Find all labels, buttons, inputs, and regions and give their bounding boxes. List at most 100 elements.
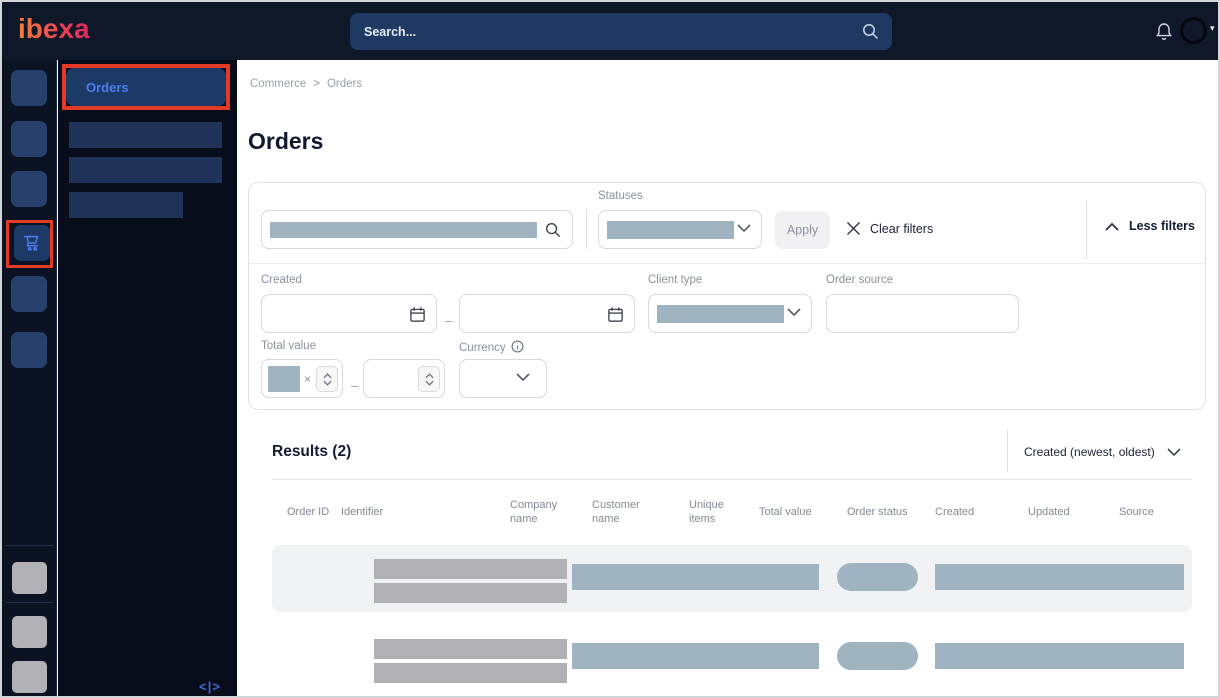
value-placeholder (935, 564, 1184, 590)
sort-dropdown[interactable]: Created (newest, oldest) (1024, 445, 1181, 459)
results-divider (272, 479, 1192, 480)
breadcrumb: Commerce > Orders (250, 78, 362, 90)
sort-label: Created (newest, oldest) (1024, 445, 1155, 459)
created-to-input[interactable] (459, 294, 635, 333)
highlight-box-commerce (6, 220, 53, 268)
app-root: ibexa ▾ (0, 0, 1220, 698)
clear-value-icon[interactable]: × (304, 372, 311, 386)
value-placeholder (268, 366, 300, 392)
identifier-placeholder (374, 639, 567, 659)
total-value-max-input[interactable] (363, 359, 445, 398)
col-header-source: Source (1119, 506, 1154, 518)
calendar-icon[interactable] (409, 306, 426, 323)
breadcrumb-commerce[interactable]: Commerce (250, 78, 306, 90)
col-header-company-name: Company name (510, 499, 558, 525)
sidebar-item-placeholder-1[interactable] (69, 122, 222, 148)
user-avatar[interactable] (1180, 17, 1207, 44)
search-icon (544, 221, 562, 239)
table-row[interactable] (272, 545, 1192, 612)
col-header-updated: Updated (1028, 506, 1070, 518)
chevron-down-icon (516, 373, 530, 382)
col-header-order-status: Order status (847, 506, 908, 518)
search-icon[interactable] (861, 22, 880, 41)
nav-icon-placeholder-5[interactable] (11, 276, 47, 312)
nav-icon-placeholder-6[interactable] (11, 332, 47, 368)
sort-divider (1007, 430, 1008, 472)
global-search-input[interactable] (350, 13, 892, 50)
sidebar-item-orders[interactable]: Orders (66, 68, 226, 106)
currency-label: Currency (459, 340, 524, 354)
user-menu-caret-icon[interactable]: ▾ (1210, 23, 1215, 34)
total-value-label: Total value (261, 340, 316, 352)
global-search (350, 13, 892, 50)
breadcrumb-separator: > (313, 78, 320, 90)
value-placeholder (572, 643, 819, 669)
page-title: Orders (248, 128, 324, 154)
table-row[interactable] (272, 624, 1192, 691)
breadcrumb-orders: Orders (326, 78, 363, 90)
info-icon[interactable] (511, 340, 524, 353)
total-value-min-input[interactable]: × (261, 359, 343, 398)
sidebar-item-orders-label: Orders (86, 79, 129, 95)
highlight-box-orders-item: Orders (62, 64, 230, 110)
col-header-unique-items: Unique items (689, 499, 724, 525)
value-placeholder (657, 305, 784, 323)
sidebar-item-placeholder-3[interactable] (69, 192, 183, 218)
col-header-created: Created (935, 506, 975, 518)
number-stepper[interactable] (316, 366, 338, 392)
ibexa-logo[interactable]: ibexa (18, 13, 90, 45)
sidebar-collapse-icon[interactable]: <|> (199, 679, 221, 694)
chevron-up-icon (1105, 222, 1119, 231)
value-placeholder (572, 564, 819, 590)
filters-panel: Statuses Apply Clear filters Less filter… (248, 182, 1207, 410)
chevron-down-icon (1167, 447, 1181, 457)
rail-bottom-icon-3[interactable] (12, 661, 47, 693)
main-content: Commerce > Orders Orders Statuses Apply … (237, 60, 1218, 696)
filter-divider (1086, 201, 1087, 259)
results-title: Results (2) (272, 443, 352, 460)
range-dash: – (351, 378, 359, 393)
sidebar-item-placeholder-2[interactable] (69, 157, 222, 183)
notifications-bell-icon[interactable] (1154, 21, 1174, 42)
clear-filters-button[interactable]: Clear filters (846, 221, 933, 236)
filter-divider (586, 210, 587, 249)
filter-row-divider (249, 263, 1207, 264)
col-header-customer-name: Customer name (592, 499, 640, 525)
main-nav-rail (2, 60, 57, 696)
currency-select[interactable] (459, 359, 547, 398)
order-source-label: Order source (826, 274, 894, 286)
rail-bottom-icon-1[interactable] (12, 562, 47, 594)
currency-label-text: Currency (459, 342, 506, 354)
clear-filters-label: Clear filters (870, 221, 934, 236)
apply-button[interactable]: Apply (775, 211, 830, 249)
filter-search-input[interactable] (261, 210, 573, 249)
created-label: Created (261, 274, 302, 286)
number-stepper[interactable] (418, 366, 440, 392)
client-type-select[interactable] (648, 294, 812, 333)
chevron-down-icon (787, 308, 801, 317)
col-header-order-id: Order ID (287, 506, 330, 518)
nav-icon-placeholder-1[interactable] (11, 70, 47, 106)
cart-icon (21, 232, 43, 254)
identifier-placeholder (374, 583, 567, 603)
rail-divider (6, 545, 53, 546)
value-placeholder (270, 222, 537, 238)
less-filters-button[interactable]: Less filters (1105, 219, 1195, 233)
rail-bottom-icon-2[interactable] (12, 616, 47, 648)
clear-x-icon (846, 221, 861, 236)
client-type-label: Client type (648, 274, 703, 286)
statuses-label: Statuses (598, 190, 643, 202)
nav-icon-placeholder-2[interactable] (11, 121, 47, 157)
identifier-placeholder (374, 559, 567, 579)
commerce-nav-item[interactable] (14, 225, 50, 261)
rail-divider (6, 602, 53, 603)
order-source-input[interactable] (826, 294, 1019, 333)
nav-icon-placeholder-3[interactable] (11, 171, 47, 207)
order-status-badge (837, 563, 918, 591)
col-header-total-value: Total value (759, 506, 812, 518)
calendar-icon[interactable] (607, 306, 624, 323)
chevron-down-icon (737, 224, 751, 233)
created-from-input[interactable] (261, 294, 437, 333)
statuses-select[interactable] (598, 210, 762, 249)
range-dash: – (445, 313, 453, 328)
